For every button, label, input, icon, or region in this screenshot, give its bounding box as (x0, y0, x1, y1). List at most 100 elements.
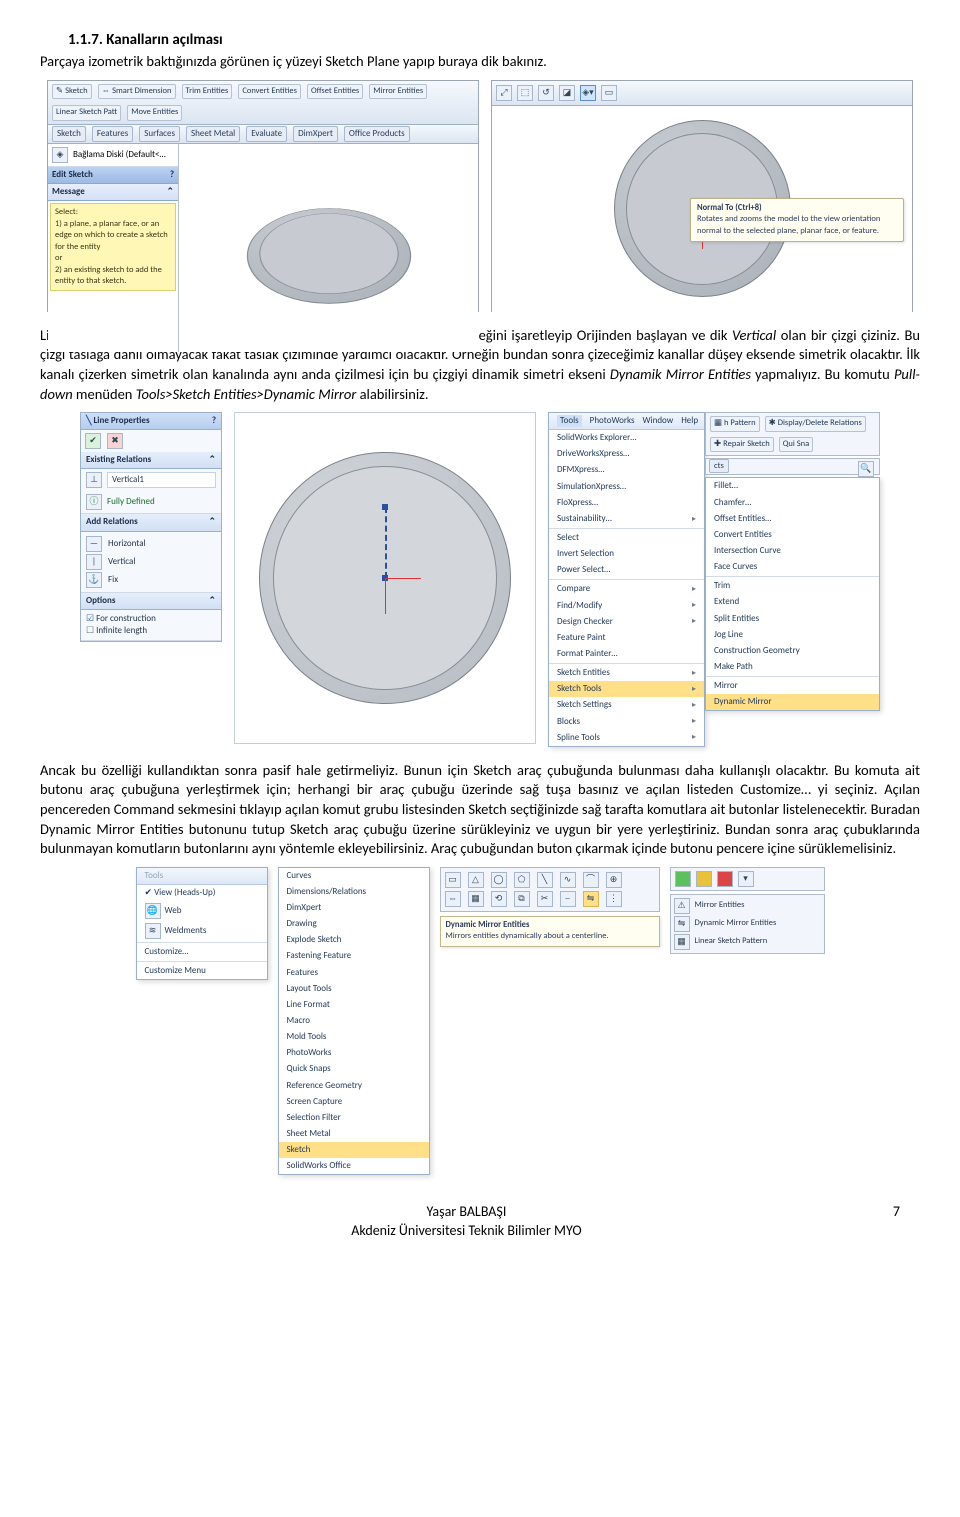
grid-btn[interactable]: △ (468, 872, 484, 888)
toolbar-item[interactable]: ⚠Mirror Entities (674, 897, 821, 915)
collapse-icon[interactable]: ⌃ (208, 516, 216, 528)
toolbar-item[interactable]: ▦Linear Sketch Pattern (674, 933, 821, 951)
grid-btn[interactable]: ⇔ (445, 891, 461, 907)
repair-sketch-button[interactable]: ✚ Repair Sketch (710, 437, 774, 452)
cat-item[interactable]: Drawing (279, 916, 429, 932)
cat-item[interactable]: Sheet Metal (279, 1126, 429, 1142)
rel-horizontal[interactable]: —Horizontal (86, 535, 216, 553)
tab-dimxpert[interactable]: DimXpert (293, 126, 338, 142)
ok-icon[interactable]: ✔ (85, 433, 101, 449)
convert-entities-button[interactable]: Convert Entities (238, 84, 301, 99)
menu-item[interactable]: Select (549, 530, 704, 546)
menu-tools[interactable]: Tools (557, 415, 582, 427)
fig1-right-viewport[interactable]: Normal To (Ctrl+8) Rotates and zooms the… (492, 106, 912, 312)
tab-evaluate[interactable]: Evaluate (246, 126, 287, 142)
toolbar-item[interactable]: ⇋Dynamic Mirror Entities (674, 915, 821, 933)
grid-btn[interactable]: ⌒ (583, 872, 599, 888)
help-icon[interactable]: ? (170, 169, 174, 181)
menu-item[interactable]: Invert Selection (549, 546, 704, 562)
submenu-item[interactable]: Fillet… (706, 478, 879, 494)
grid-btn[interactable]: ◯ (491, 872, 507, 888)
cat-item-highlight[interactable]: Sketch (279, 1142, 429, 1158)
cat-item[interactable]: Mold Tools (279, 1029, 429, 1045)
search-icon[interactable]: 🔍 (858, 461, 874, 477)
menu-item[interactable]: Sketch Settings (549, 697, 704, 713)
cat-item[interactable]: DimXpert (279, 900, 429, 916)
cat-item[interactable]: Dimensions/Relations (279, 884, 429, 900)
menu-item[interactable]: Feature Paint (549, 630, 704, 646)
submenu-item[interactable]: Extend (706, 594, 879, 610)
cat-item[interactable]: Fastening Feature (279, 948, 429, 964)
submenu-item[interactable]: Face Curves (706, 559, 879, 575)
menu-item[interactable]: FloXpress… (549, 495, 704, 511)
menu-item[interactable]: Find/Modify (549, 598, 704, 614)
tab-sketch[interactable]: Sketch (52, 126, 86, 142)
menu-item[interactable]: SimulationXpress… (549, 479, 704, 495)
construction-line[interactable] (385, 507, 387, 578)
zoomarea-icon[interactable]: ⬚ (517, 85, 533, 101)
tab-sheetmetal[interactable]: Sheet Metal (186, 126, 240, 142)
submenu-item[interactable]: Construction Geometry (706, 643, 879, 659)
menu-window[interactable]: Window (643, 415, 674, 427)
grid-btn[interactable]: ⊕ (606, 872, 622, 888)
menu-item[interactable]: DriveWorksXpress… (549, 446, 704, 462)
dynamic-mirror-icon[interactable]: ⇋ (583, 891, 599, 907)
menu-item[interactable]: Compare (549, 581, 704, 597)
menu-help[interactable]: Help (681, 415, 698, 427)
grid-btn[interactable]: ∿ (560, 872, 576, 888)
help-icon[interactable]: ? (212, 415, 216, 427)
edit-sketch-header[interactable]: Edit Sketch ? (48, 167, 178, 184)
ctx-item-custom-menu[interactable]: Customize Menu (137, 963, 267, 979)
mirror-entities-button[interactable]: Mirror Entities (369, 84, 427, 99)
cat-item[interactable]: Quick Snaps (279, 1061, 429, 1077)
cat-item[interactable]: Selection Filter (279, 1110, 429, 1126)
infinite-length-checkbox[interactable]: Infinite length (86, 625, 216, 637)
ctx-item[interactable]: ≋ Weldments (137, 921, 267, 941)
submenu-item[interactable]: Offset Entities… (706, 511, 879, 527)
grid-btn[interactable]: ✂ (537, 891, 553, 907)
menu-item-highlight[interactable]: Sketch Tools (549, 681, 704, 697)
menu-item[interactable]: Power Select… (549, 562, 704, 578)
ctx-item[interactable]: 🌐 Web (137, 901, 267, 921)
submenu-item[interactable]: Split Entities (706, 611, 879, 627)
cat-item[interactable]: Line Format (279, 997, 429, 1013)
cat-item[interactable]: Macro (279, 1013, 429, 1029)
cat-item[interactable]: Explode Sketch (279, 932, 429, 948)
sketch-button[interactable]: ✎ Sketch (52, 84, 92, 99)
submenu-item-highlight[interactable]: Dynamic Mirror (706, 694, 879, 710)
zoomfit-icon[interactable]: ⤢ (496, 85, 512, 101)
menu-photoworks[interactable]: PhotoWorks (590, 415, 635, 427)
grid-btn[interactable]: ▦ (468, 891, 484, 907)
cat-item[interactable]: Layout Tools (279, 981, 429, 997)
existing-relations-header[interactable]: Existing Relations⌃ (81, 452, 221, 469)
cat-item[interactable]: Curves (279, 868, 429, 884)
pattern-button[interactable]: ▦ h Pattern (710, 416, 760, 431)
collapse-icon[interactable]: ⌃ (208, 454, 216, 466)
quick-snaps-button[interactable]: Qui Sna (779, 437, 814, 452)
grid-btn[interactable]: ⋮ (606, 891, 622, 907)
cat-item[interactable]: Reference Geometry (279, 1078, 429, 1094)
offset-entities-button[interactable]: Offset Entities (307, 84, 363, 99)
prev-view-icon[interactable]: ↺ (538, 85, 554, 101)
menu-item[interactable]: DFMXpress… (549, 462, 704, 478)
menu-item[interactable]: Spline Tools (549, 730, 704, 746)
grid-btn[interactable]: ▭ (445, 872, 461, 888)
line-endpoint-top[interactable] (382, 504, 388, 510)
cat-item[interactable]: Features (279, 965, 429, 981)
cat-item[interactable]: PhotoWorks (279, 1045, 429, 1061)
linear-pattern-button[interactable]: Linear Sketch Patt (52, 105, 121, 120)
collapse-icon[interactable]: ⌃ (208, 595, 216, 607)
submenu-item[interactable]: Trim (706, 578, 879, 594)
cat-item[interactable]: SolidWorks Office (279, 1158, 429, 1174)
misc-icon[interactable]: ▾ (738, 871, 754, 887)
menu-item[interactable]: Design Checker (549, 614, 704, 630)
tab-office[interactable]: Office Products (344, 126, 410, 142)
submenu-item[interactable]: Convert Entities (706, 527, 879, 543)
menu-item[interactable]: Sketch Entities (549, 665, 704, 681)
collapse-icon[interactable]: ⌃ (166, 186, 174, 198)
submenu-item[interactable]: Make Path (706, 659, 879, 675)
submenu-item[interactable]: Intersection Curve (706, 543, 879, 559)
grid-btn[interactable]: ⬠ (514, 872, 530, 888)
menu-item[interactable]: SolidWorks Explorer… (549, 430, 704, 446)
menu-item[interactable]: Sustainability… (549, 511, 704, 527)
